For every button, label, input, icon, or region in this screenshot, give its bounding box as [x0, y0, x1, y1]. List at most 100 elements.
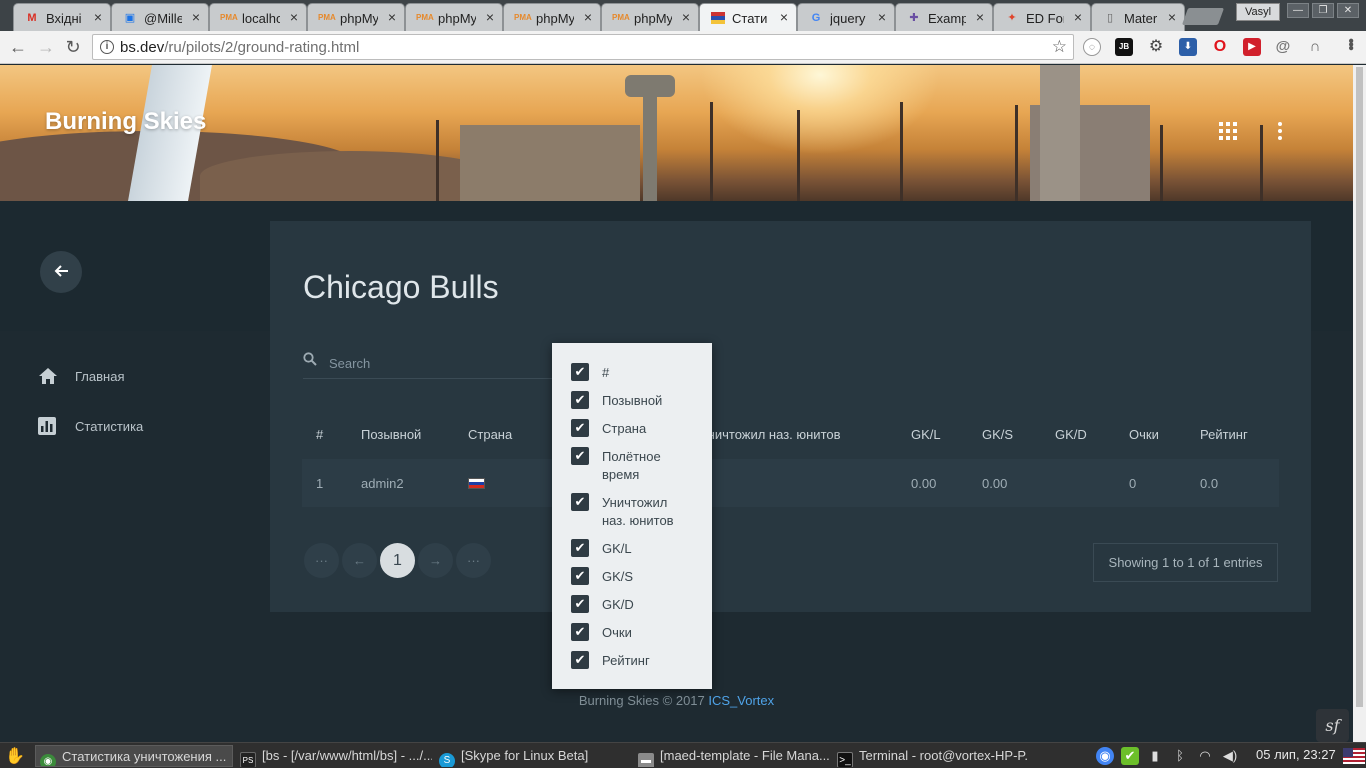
checkbox-checked-icon[interactable]: ✔ — [571, 651, 589, 669]
pagination-next-button[interactable]: → — [418, 543, 453, 578]
back-button[interactable] — [40, 251, 82, 293]
tab-phpmyadmin-1[interactable]: PMA phpMy × — [307, 3, 405, 31]
tab-statistics-active[interactable]: Стати × — [699, 3, 797, 31]
browser-tab-strip: M Вхідні × ▣ @Mille × PMA localho × PMA … — [0, 0, 1366, 31]
apps-grid-icon[interactable] — [1218, 121, 1238, 147]
reload-icon[interactable]: ↻ — [63, 37, 83, 57]
forward-arrow-icon[interactable]: → — [36, 37, 56, 57]
new-tab-button[interactable] — [1181, 8, 1225, 25]
checkbox-checked-icon[interactable]: ✔ — [571, 363, 589, 381]
tab-ed-forum[interactable]: ✦ ED For × — [993, 3, 1091, 31]
banner-sun — [700, 65, 940, 155]
address-bar[interactable]: i bs.dev/ru/pilots/2/ground-rating.html … — [92, 34, 1074, 60]
column-header-rating[interactable]: Рейтинг — [1200, 427, 1248, 442]
tab-calendar[interactable]: ▣ @Mille × — [111, 3, 209, 31]
keyboard-layout-flag-icon[interactable] — [1343, 748, 1365, 764]
profile-button[interactable]: Vasyl — [1236, 3, 1280, 21]
checkbox-checked-icon[interactable]: ✔ — [571, 567, 589, 585]
start-menu-icon[interactable]: ✋ — [4, 746, 26, 766]
close-icon[interactable]: × — [878, 9, 886, 25]
checkbox-checked-icon[interactable]: ✔ — [571, 419, 589, 437]
search-input[interactable] — [329, 351, 549, 375]
close-icon[interactable]: × — [388, 9, 396, 25]
close-icon[interactable]: × — [976, 9, 984, 25]
home-icon — [38, 367, 58, 387]
column-header-gkl[interactable]: GK/L — [911, 427, 941, 442]
tab-localhost[interactable]: PMA localho × — [209, 3, 307, 31]
browser-menu-icon[interactable]: ••• — [1341, 38, 1359, 49]
folder-icon: ▬ — [638, 753, 654, 767]
table-row[interactable]: 1 admin2 0 0.00 0.00 0 0.0 — [302, 459, 1279, 507]
pagination-prev-button[interactable]: ← — [342, 543, 377, 578]
taskbar-item-phpstorm[interactable]: PS [bs - [/var/www/html/bs] - .../... — [236, 745, 432, 767]
close-window-icon[interactable]: ✕ — [1337, 3, 1359, 18]
taskbar-item-skype[interactable]: S [Skype for Linux Beta] — [435, 745, 631, 767]
close-icon[interactable]: × — [290, 9, 298, 25]
tab-google-jquery[interactable]: G jquery × — [797, 3, 895, 31]
column-header-gkd[interactable]: GK/D — [1055, 427, 1087, 442]
close-icon[interactable]: × — [192, 9, 200, 25]
header-banner: Burning Skies — [0, 65, 1353, 201]
scrollbar-thumb[interactable] — [1356, 67, 1363, 707]
checkbox-checked-icon[interactable]: ✔ — [571, 447, 589, 465]
download-icon[interactable]: ⬇ — [1179, 38, 1197, 56]
opera-icon[interactable]: O — [1211, 38, 1229, 56]
volume-icon[interactable]: ◀) — [1221, 747, 1239, 765]
close-icon[interactable]: × — [682, 9, 690, 25]
jetbrains-icon[interactable]: JB — [1115, 38, 1133, 56]
column-header-gks[interactable]: GK/S — [982, 427, 1013, 442]
terminal-icon: >_ — [837, 752, 853, 767]
column-header-callsign[interactable]: Позывной — [361, 427, 421, 442]
play-icon[interactable]: ▶ — [1243, 38, 1261, 56]
gear-icon[interactable]: ⚙ — [1147, 38, 1165, 56]
info-icon[interactable]: i — [100, 40, 114, 54]
checkbox-checked-icon[interactable]: ✔ — [571, 539, 589, 557]
bluetooth-icon[interactable]: ᛒ — [1171, 747, 1189, 765]
tab-phpmyadmin-2[interactable]: PMA phpMy × — [405, 3, 503, 31]
footer-author-link[interactable]: ICS_Vortex — [708, 693, 774, 708]
close-icon[interactable]: × — [584, 9, 592, 25]
extension-circle-icon[interactable]: ◌ — [1083, 38, 1101, 56]
more-vert-icon[interactable] — [1272, 121, 1288, 147]
restore-icon[interactable]: ❐ — [1312, 3, 1334, 18]
close-icon[interactable]: × — [94, 9, 102, 25]
url-text: bs.dev/ru/pilots/2/ground-rating.html — [120, 39, 360, 56]
taskbar-item-chrome[interactable]: ◉ Статистика уничтожения ... — [35, 745, 233, 767]
system-clock[interactable]: 05 лип, 23:27 — [1256, 747, 1336, 762]
tab-gmail[interactable]: M Вхідні × — [13, 3, 111, 31]
update-check-icon[interactable]: ✔ — [1121, 747, 1139, 765]
at-icon[interactable]: @ — [1274, 38, 1292, 56]
checkbox-checked-icon[interactable]: ✔ — [571, 493, 589, 511]
chrome-tray-icon[interactable]: ◉ — [1096, 747, 1114, 765]
wifi-icon[interactable]: ◠ — [1196, 747, 1214, 765]
pagination-last-button[interactable]: ··· — [456, 543, 491, 578]
tab-phpmyadmin-4[interactable]: PMA phpMy × — [601, 3, 699, 31]
checkbox-checked-icon[interactable]: ✔ — [571, 623, 589, 641]
taskbar-item-terminal[interactable]: >_ Terminal - root@vortex-HP-P... — [833, 745, 1029, 767]
close-icon[interactable]: × — [1074, 9, 1082, 25]
symfony-icon[interactable]: sf — [1316, 709, 1349, 742]
tab-material[interactable]: ▯ Materi × — [1091, 3, 1185, 31]
tab-example[interactable]: ✚ Examp × — [895, 3, 993, 31]
column-header-number[interactable]: # — [316, 427, 323, 442]
battery-icon[interactable]: ▮ — [1146, 747, 1164, 765]
site-brand[interactable]: Burning Skies — [45, 108, 206, 136]
pagination-first-button[interactable]: ··· — [304, 543, 339, 578]
minimize-icon[interactable]: — — [1287, 3, 1309, 18]
headset-icon[interactable]: ∩ — [1306, 38, 1324, 56]
taskbar-item-file-manager[interactable]: ▬ [maed-template - File Mana... — [634, 745, 830, 767]
tab-phpmyadmin-3[interactable]: PMA phpMy × — [503, 3, 601, 31]
back-arrow-icon[interactable]: ← — [8, 37, 28, 57]
column-header-points[interactable]: Очки — [1129, 427, 1159, 442]
page-scrollbar[interactable] — [1353, 65, 1366, 742]
checkbox-checked-icon[interactable]: ✔ — [571, 391, 589, 409]
banner-light-pole — [1260, 125, 1263, 201]
checkbox-checked-icon[interactable]: ✔ — [571, 595, 589, 613]
column-header-country[interactable]: Страна — [468, 427, 512, 442]
pagination-page-1[interactable]: 1 — [380, 543, 415, 578]
column-header-ground-kills[interactable]: Уничтожил наз. юнитов — [700, 427, 841, 442]
bookmark-star-icon[interactable]: ☆ — [1052, 37, 1067, 57]
close-icon[interactable]: × — [486, 9, 494, 25]
close-icon[interactable]: × — [1168, 9, 1176, 25]
close-icon[interactable]: × — [780, 9, 788, 25]
